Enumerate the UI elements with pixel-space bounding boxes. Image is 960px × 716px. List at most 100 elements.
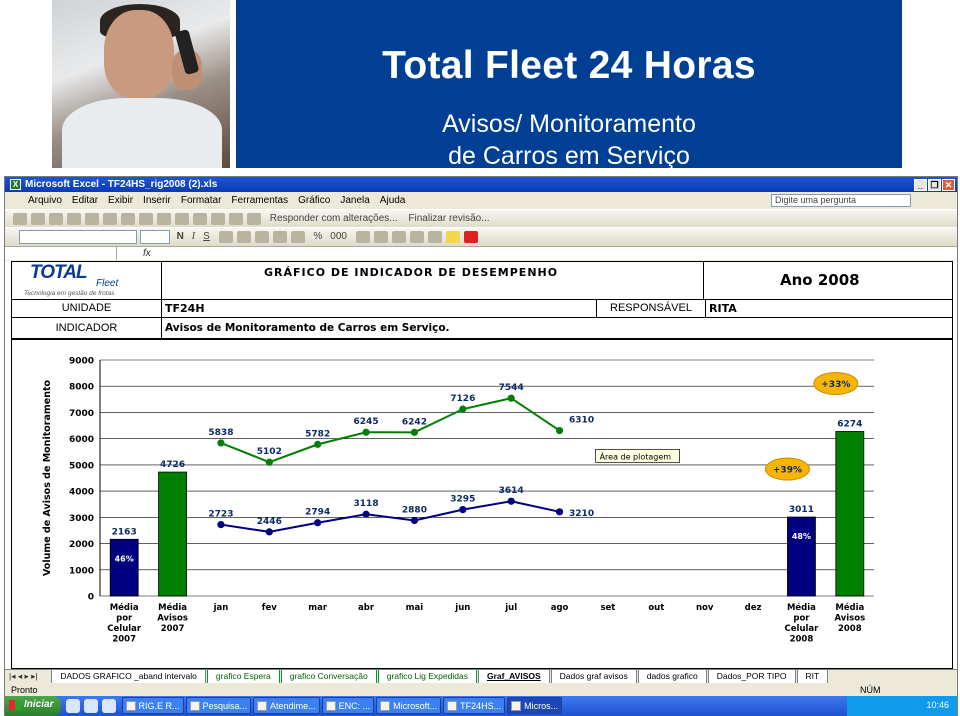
bold-button[interactable]: N: [177, 228, 184, 246]
menu-ferramentas[interactable]: Ferramentas: [226, 193, 293, 208]
borders-icon[interactable]: [427, 231, 442, 243]
taskbar-task[interactable]: ENC: ...: [321, 697, 375, 714]
menu-editar[interactable]: Editar: [67, 193, 103, 208]
sheet-tab[interactable]: Graf_AVISOS: [477, 670, 550, 683]
sheet-tab[interactable]: Dados graf avisos: [550, 670, 637, 683]
clock: 10:46: [926, 700, 949, 710]
name-box[interactable]: [7, 247, 117, 260]
finalize-review-button[interactable]: Finalizar revisão...: [408, 210, 489, 228]
bar: [158, 471, 187, 597]
point-value-label: 3210: [569, 509, 594, 519]
tab-scroll-arrows[interactable]: |◂ ◂ ▸ ▸|: [5, 670, 49, 683]
x-tick-label: mar: [308, 603, 328, 613]
menu-arquivo[interactable]: Arquivo: [23, 193, 67, 208]
y-tick-label: 9000: [69, 357, 94, 367]
format-painter-icon[interactable]: [193, 213, 207, 225]
chart-area[interactable]: 0 1000 2000 3000 4000 5000 6000 7000 8000 9000 Vol…: [11, 339, 953, 669]
taskbar-task[interactable]: Pesquisa...: [185, 697, 252, 714]
italic-button[interactable]: I: [192, 228, 195, 246]
undo-icon[interactable]: [211, 213, 225, 225]
function-icon[interactable]: fx: [143, 247, 151, 260]
chart-wizard-icon[interactable]: [247, 213, 261, 225]
align-left-icon[interactable]: [218, 231, 233, 243]
point-value-label: 2880: [402, 505, 427, 515]
x-tick-label: jan: [213, 603, 229, 613]
percent-button[interactable]: %: [313, 228, 322, 246]
fill-color-icon[interactable]: [445, 231, 460, 243]
series-point: [217, 439, 225, 447]
sheet-tab[interactable]: RIT: [796, 670, 829, 683]
taskbar-task[interactable]: Microsoft...: [376, 697, 442, 714]
series-point: [314, 440, 322, 448]
menu-grafico[interactable]: Gráfico: [293, 193, 335, 208]
new-icon[interactable]: [13, 213, 27, 225]
task-label: TF24HS...: [460, 701, 502, 711]
menu-ajuda[interactable]: Ajuda: [375, 193, 411, 208]
print-icon[interactable]: [85, 213, 99, 225]
taskbar-task[interactable]: RIG.E R...: [121, 697, 184, 714]
spelling-icon[interactable]: [121, 213, 135, 225]
increase-decimal-icon[interactable]: [355, 231, 370, 243]
total-fleet-logo: TOTAL Fleet Tecnologia em gestão de frot…: [12, 262, 162, 300]
save-icon[interactable]: [49, 213, 63, 225]
menu-exibir[interactable]: Exibir: [103, 193, 138, 208]
underline-button[interactable]: S: [203, 228, 210, 246]
bar: [109, 538, 139, 597]
reply-with-changes-button[interactable]: Responder com alterações...: [270, 210, 398, 228]
quick-launch-ie-icon[interactable]: [83, 699, 98, 713]
minimize-button[interactable]: _: [914, 179, 927, 191]
decrease-decimal-icon[interactable]: [373, 231, 388, 243]
merge-center-icon[interactable]: [272, 231, 287, 243]
sheet-tab[interactable]: dados grafico: [637, 670, 707, 683]
copy-icon[interactable]: [157, 213, 171, 225]
performance-chart[interactable]: 0 1000 2000 3000 4000 5000 6000 7000 8000 9000 Vol…: [12, 340, 952, 668]
series-point: [265, 528, 273, 536]
align-right-icon[interactable]: [254, 231, 269, 243]
window-titlebar[interactable]: X Microsoft Excel - TF24HS_rig2008 (2).xl…: [5, 177, 957, 192]
start-button[interactable]: Iniciar: [5, 696, 62, 716]
taskbar-task[interactable]: Atendime...: [253, 697, 320, 714]
decrease-indent-icon[interactable]: [391, 231, 406, 243]
taskbar-task[interactable]: TF24HS...: [443, 697, 506, 714]
print-preview-icon[interactable]: [103, 213, 117, 225]
point-value-label: 2794: [305, 508, 330, 518]
point-value-label: 2446: [257, 517, 282, 527]
formatting-toolbar: NIS % 000: [5, 227, 957, 246]
ask-question-input[interactable]: Digite uma pergunta: [771, 194, 911, 207]
font-size-select[interactable]: [139, 230, 170, 244]
increase-indent-icon[interactable]: [409, 231, 424, 243]
sheet-tab[interactable]: DADOS GRAFICO _aband intervalo: [51, 670, 206, 683]
menu-inserir[interactable]: Inserir: [138, 193, 176, 208]
point-value-label: 3118: [354, 499, 379, 509]
currency-icon[interactable]: [290, 231, 305, 243]
font-color-icon[interactable]: [463, 231, 478, 243]
paste-icon[interactable]: [175, 213, 189, 225]
status-bar: Pronto NÚM: [5, 684, 957, 696]
point-value-label: 3614: [499, 486, 524, 496]
quick-launch-outlook-icon[interactable]: [65, 699, 80, 713]
redo-icon[interactable]: [229, 213, 243, 225]
sheet-tab[interactable]: Dados_POR TIPO: [707, 670, 796, 683]
menu-janela[interactable]: Janela: [335, 193, 374, 208]
menu-formatar[interactable]: Formatar: [176, 193, 227, 208]
bar-value-label: 4726: [160, 460, 185, 470]
report-header: TOTAL Fleet Tecnologia em gestão de frot…: [11, 261, 953, 339]
series-point: [265, 458, 273, 466]
sheet-tab[interactable]: grafico Conversação: [280, 670, 377, 683]
thousands-button[interactable]: 000: [330, 228, 347, 246]
worksheet[interactable]: TOTAL Fleet Tecnologia em gestão de frot…: [5, 261, 957, 669]
close-button[interactable]: ✕: [942, 179, 955, 191]
align-center-icon[interactable]: [236, 231, 251, 243]
restore-button[interactable]: ❐: [928, 179, 941, 191]
taskbar-task[interactable]: Micros...: [507, 697, 563, 714]
open-icon[interactable]: [31, 213, 45, 225]
cut-icon[interactable]: [139, 213, 153, 225]
unidade-label: UNIDADE: [12, 300, 162, 317]
permission-icon[interactable]: [67, 213, 81, 225]
x-tick-label: Média por Celular 2008: [785, 602, 820, 645]
sheet-tab[interactable]: grafico Espera: [206, 670, 280, 683]
quick-launch-desktop-icon[interactable]: [101, 699, 116, 713]
point-value-label: 3295: [450, 495, 475, 505]
font-name-select[interactable]: [19, 230, 137, 244]
sheet-tab[interactable]: grafico Lig Expedidas: [377, 670, 477, 683]
